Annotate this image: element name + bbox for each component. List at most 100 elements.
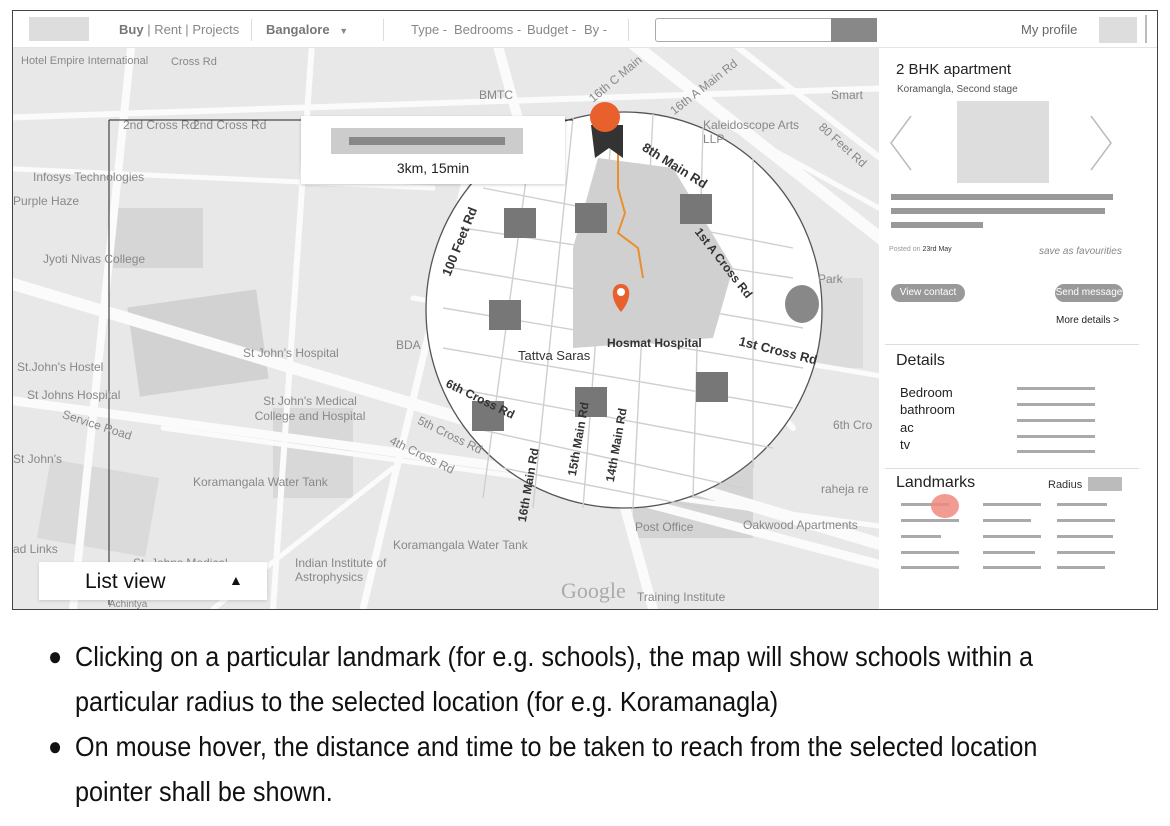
map-label: Kaleidoscope Arts LLP xyxy=(703,118,800,146)
scrollbar[interactable] xyxy=(1145,15,1147,43)
city-label: Bangalore xyxy=(266,22,330,37)
map-label: Oakwood Apartments xyxy=(743,518,858,532)
map-label: St.John's Hostel xyxy=(17,360,104,374)
distance-time-text: 3km, 15min xyxy=(396,160,470,176)
landmark-category[interactable] xyxy=(901,551,959,554)
map-label: St John's Hospital xyxy=(243,346,339,360)
detail-value xyxy=(1017,387,1095,390)
filter-bedrooms[interactable]: Bedrooms - xyxy=(454,22,521,37)
property-title: 2 BHK apartment xyxy=(896,61,1012,78)
description-line xyxy=(891,208,1105,214)
detail-bedroom: Bedroom xyxy=(900,385,953,400)
landmark-category[interactable] xyxy=(901,535,941,538)
detail-tv: tv xyxy=(900,437,911,452)
landmark-category[interactable] xyxy=(1057,535,1113,538)
property-image[interactable] xyxy=(957,101,1049,183)
map-label: Tattva Saras xyxy=(518,348,591,363)
map-label: Post Office xyxy=(635,520,694,534)
landmark-category[interactable] xyxy=(1057,503,1107,506)
listing-mode-links: Buy | Rent | Projects xyxy=(119,22,240,37)
map-view[interactable]: Hotel Empire International Cross Rd 2nd … xyxy=(13,48,879,609)
bullet-icon: ● xyxy=(48,731,63,761)
nav-divider xyxy=(628,19,629,41)
map-label: ad Links xyxy=(13,542,58,556)
map-label: Infosys Technologies xyxy=(33,170,145,184)
nav-divider xyxy=(251,19,252,41)
landmark-category[interactable] xyxy=(1057,519,1115,522)
search-button[interactable] xyxy=(831,18,877,42)
note-item: ● On mouse hover, the distance and time … xyxy=(48,724,1047,814)
send-message-button[interactable]: Send message xyxy=(1055,284,1123,302)
map-label: Purple Haze xyxy=(13,194,80,208)
chevron-up-icon: ▲ xyxy=(229,572,243,588)
map-label: Koramangala Water Tank xyxy=(193,475,328,489)
list-view-button[interactable]: List view ▲ xyxy=(39,562,267,600)
map-label: Cross Rd xyxy=(171,56,217,68)
details-heading: Details xyxy=(896,352,945,369)
map-label: Jyoti Nivas College xyxy=(43,252,146,266)
landmark-category[interactable] xyxy=(983,519,1031,522)
radius-selector[interactable] xyxy=(1088,477,1122,491)
click-indicator xyxy=(931,494,959,518)
filter-budget[interactable]: Budget - xyxy=(527,22,576,37)
map-label: Training Institute xyxy=(637,590,726,604)
map-label: BMTC xyxy=(479,88,513,102)
detail-value xyxy=(1017,435,1095,438)
distance-tooltip: 3km, 15min xyxy=(301,116,565,184)
top-nav-bar: Buy | Rent | Projects Bangalore ▼ Type -… xyxy=(13,11,1157,48)
landmark-category[interactable] xyxy=(1057,551,1115,554)
posted-date: Posted on 23rd May xyxy=(889,246,952,253)
city-dropdown[interactable]: Bangalore ▼ xyxy=(266,22,348,37)
landmark-category[interactable] xyxy=(901,566,959,569)
radius-label: Radius xyxy=(1048,479,1083,491)
landmark-category[interactable] xyxy=(901,519,959,522)
map-label: Indian Institute of Astrophysics xyxy=(295,556,387,584)
landmarks-heading: Landmarks xyxy=(896,474,976,491)
landmark-category[interactable] xyxy=(983,551,1035,554)
tooltip-placeholder-line xyxy=(349,137,505,145)
detail-value xyxy=(1017,450,1095,453)
description-line xyxy=(891,222,983,228)
map-label: Koramangala Water Tank xyxy=(393,538,528,552)
map-label: St Johns Hospital xyxy=(27,388,121,402)
landmark-category[interactable] xyxy=(983,503,1041,506)
avatar[interactable] xyxy=(1099,17,1137,43)
mockup-frame: Buy | Rent | Projects Bangalore ▼ Type -… xyxy=(12,10,1158,610)
chevron-left-icon[interactable] xyxy=(889,114,913,172)
map-label: BDA xyxy=(396,338,421,352)
map-label: Hotel Empire International xyxy=(21,55,149,67)
detail-bathroom: bathroom xyxy=(900,402,955,417)
detail-value xyxy=(1017,403,1095,406)
filter-type[interactable]: Type - xyxy=(411,22,447,37)
property-location: Koramangla, Second stage xyxy=(897,84,1018,95)
detail-value xyxy=(1017,419,1095,422)
map-label: St John's Medical College and Hospital xyxy=(254,394,366,423)
rent-link[interactable]: Rent xyxy=(154,22,181,37)
filter-by[interactable]: By - xyxy=(584,22,607,37)
annotation-notes: ● Clicking on a particular landmark (for… xyxy=(48,634,1158,814)
chevron-right-icon[interactable] xyxy=(1089,114,1113,172)
save-favourite-link[interactable]: save as favourities xyxy=(1039,246,1122,257)
map-label: 6th Cro xyxy=(833,418,873,432)
description-line xyxy=(891,194,1113,200)
map-label: Smart xyxy=(831,88,864,102)
landmark-category[interactable] xyxy=(983,535,1041,538)
my-profile-link[interactable]: My profile xyxy=(1021,22,1077,37)
map-label: 2nd Cross Rd xyxy=(193,118,267,132)
search-input[interactable] xyxy=(655,18,833,42)
projects-link[interactable]: Projects xyxy=(192,22,239,37)
landmark-category[interactable] xyxy=(1057,566,1105,569)
landmark-category[interactable] xyxy=(983,566,1041,569)
nav-divider xyxy=(383,19,384,41)
note-item: ● Clicking on a particular landmark (for… xyxy=(48,634,1047,724)
map-label: Hosmat Hospital xyxy=(607,336,702,350)
buy-link[interactable]: Buy xyxy=(119,22,144,37)
view-contact-button[interactable]: View contact xyxy=(891,284,965,302)
google-logo: Google xyxy=(561,578,626,603)
map-label: Park xyxy=(818,272,843,286)
more-details-link[interactable]: More details > xyxy=(1056,315,1119,326)
logo[interactable] xyxy=(29,17,89,41)
map-label: Achintya xyxy=(109,599,148,609)
bullet-icon: ● xyxy=(48,641,63,671)
chevron-down-icon: ▼ xyxy=(339,26,349,36)
